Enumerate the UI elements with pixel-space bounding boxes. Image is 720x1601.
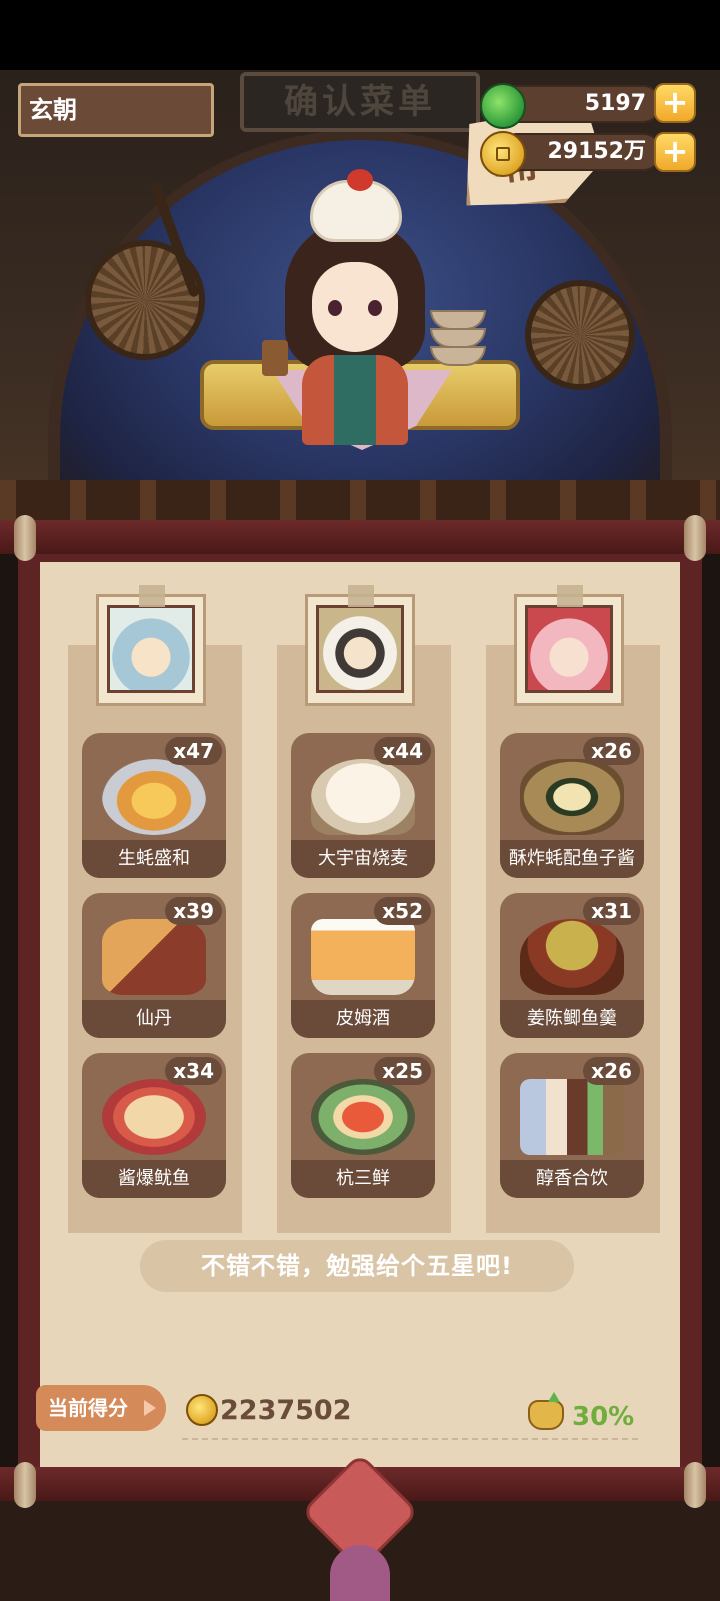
blue-hair-guest-avatar	[107, 605, 195, 693]
dish-name: 酱爆鱿鱼	[82, 1160, 226, 1198]
tape	[348, 585, 374, 607]
rod-cap-left	[14, 1462, 36, 1508]
dish-name: 生蚝盛和	[82, 840, 226, 878]
bonus-percentage: 30%	[572, 1402, 635, 1432]
dish-count: x47	[165, 737, 222, 765]
three-delicacies-dish-icon	[311, 1079, 415, 1155]
rod-cap-right	[684, 515, 706, 561]
dish-name: 醇香合饮	[500, 1160, 644, 1198]
tape	[139, 585, 165, 607]
dish-count: x34	[165, 1057, 222, 1085]
rod-cap-right	[684, 1462, 706, 1508]
game-screen: 确认菜单 嗝~ 玄朝 5197 + 29152万 +	[0, 0, 720, 1601]
dish-count: x26	[583, 737, 640, 765]
divider	[182, 1438, 638, 1440]
character-robe	[302, 355, 408, 445]
dish-count: x52	[374, 897, 431, 925]
dish-card[interactable]: x25 杭三鲜	[291, 1053, 435, 1198]
oyster-platter-dish-icon	[102, 759, 206, 835]
jade-coin-icon	[480, 83, 526, 129]
right-fan-decoration	[525, 280, 635, 390]
character-face	[312, 262, 398, 352]
dish-card[interactable]: x44 大宇宙烧麦	[291, 733, 435, 878]
dish-card[interactable]: x26 酥炸蚝配鱼子酱	[500, 733, 644, 878]
dish-name: 杭三鲜	[291, 1160, 435, 1198]
wine-bottles-dish-icon	[520, 1079, 624, 1155]
dish-card[interactable]: x39 仙丹	[82, 893, 226, 1038]
chicken-hat	[310, 169, 402, 242]
add-jade-button[interactable]: +	[654, 83, 696, 123]
dish-count: x26	[583, 1057, 640, 1085]
customer-character[interactable]	[270, 169, 440, 445]
dish-name: 酥炸蚝配鱼子酱	[500, 840, 644, 878]
score-value: 2237502	[220, 1395, 352, 1426]
scroll-top-rod	[0, 520, 720, 554]
stacked-bowls	[430, 310, 490, 380]
pink-hair-guest-avatar	[525, 605, 613, 693]
rod-cap-left	[14, 515, 36, 561]
dish-name: 皮姆酒	[291, 1000, 435, 1038]
guest-portrait-2[interactable]	[305, 585, 415, 706]
add-gold-button[interactable]: +	[654, 132, 696, 172]
dish-count: x25	[374, 1057, 431, 1085]
tassel-ornament	[330, 1545, 390, 1601]
guest-portrait-1[interactable]	[96, 585, 206, 706]
dish-card[interactable]: x34 酱爆鱿鱼	[82, 1053, 226, 1198]
character-right-eye	[368, 300, 382, 316]
dish-name: 姜陈鲫鱼羹	[500, 1000, 644, 1038]
fried-oyster-caviar-dish-icon	[520, 759, 624, 835]
current-score-label: 当前得分	[36, 1385, 166, 1431]
brush-cup	[262, 340, 288, 376]
character-left-eye	[328, 300, 342, 316]
dish-count: x44	[374, 737, 431, 765]
squid-dish-icon	[102, 1079, 206, 1155]
player-name-tag: 玄朝	[18, 83, 214, 137]
gold-coin-icon	[480, 131, 526, 177]
status-bar	[0, 0, 720, 70]
dish-name: 大宇宙烧麦	[291, 840, 435, 878]
dish-card[interactable]: x26 醇香合饮	[500, 1053, 644, 1198]
dish-name: 仙丹	[82, 1000, 226, 1038]
confirm-menu-sign: 确认菜单	[240, 72, 480, 132]
tape	[557, 585, 583, 607]
customer-comment: 不错不错，勉强给个五星吧!	[140, 1240, 574, 1292]
dish-count: x39	[165, 897, 222, 925]
elixir-gourd-dish-icon	[102, 919, 206, 995]
pimms-drink-dish-icon	[311, 919, 415, 995]
gold-coin-icon	[186, 1394, 218, 1426]
dish-card[interactable]: x31 姜陈鲫鱼羹	[500, 893, 644, 1038]
dish-card[interactable]: x52 皮姆酒	[291, 893, 435, 1038]
guest-portrait-3[interactable]	[514, 585, 624, 706]
bonus-pot-icon	[528, 1392, 564, 1430]
masked-guest-avatar	[316, 605, 404, 693]
shaomai-bun-dish-icon	[311, 759, 415, 835]
dish-count: x31	[583, 897, 640, 925]
dish-card[interactable]: x47 生蚝盛和	[82, 733, 226, 878]
fish-soup-pot-dish-icon	[520, 919, 624, 995]
